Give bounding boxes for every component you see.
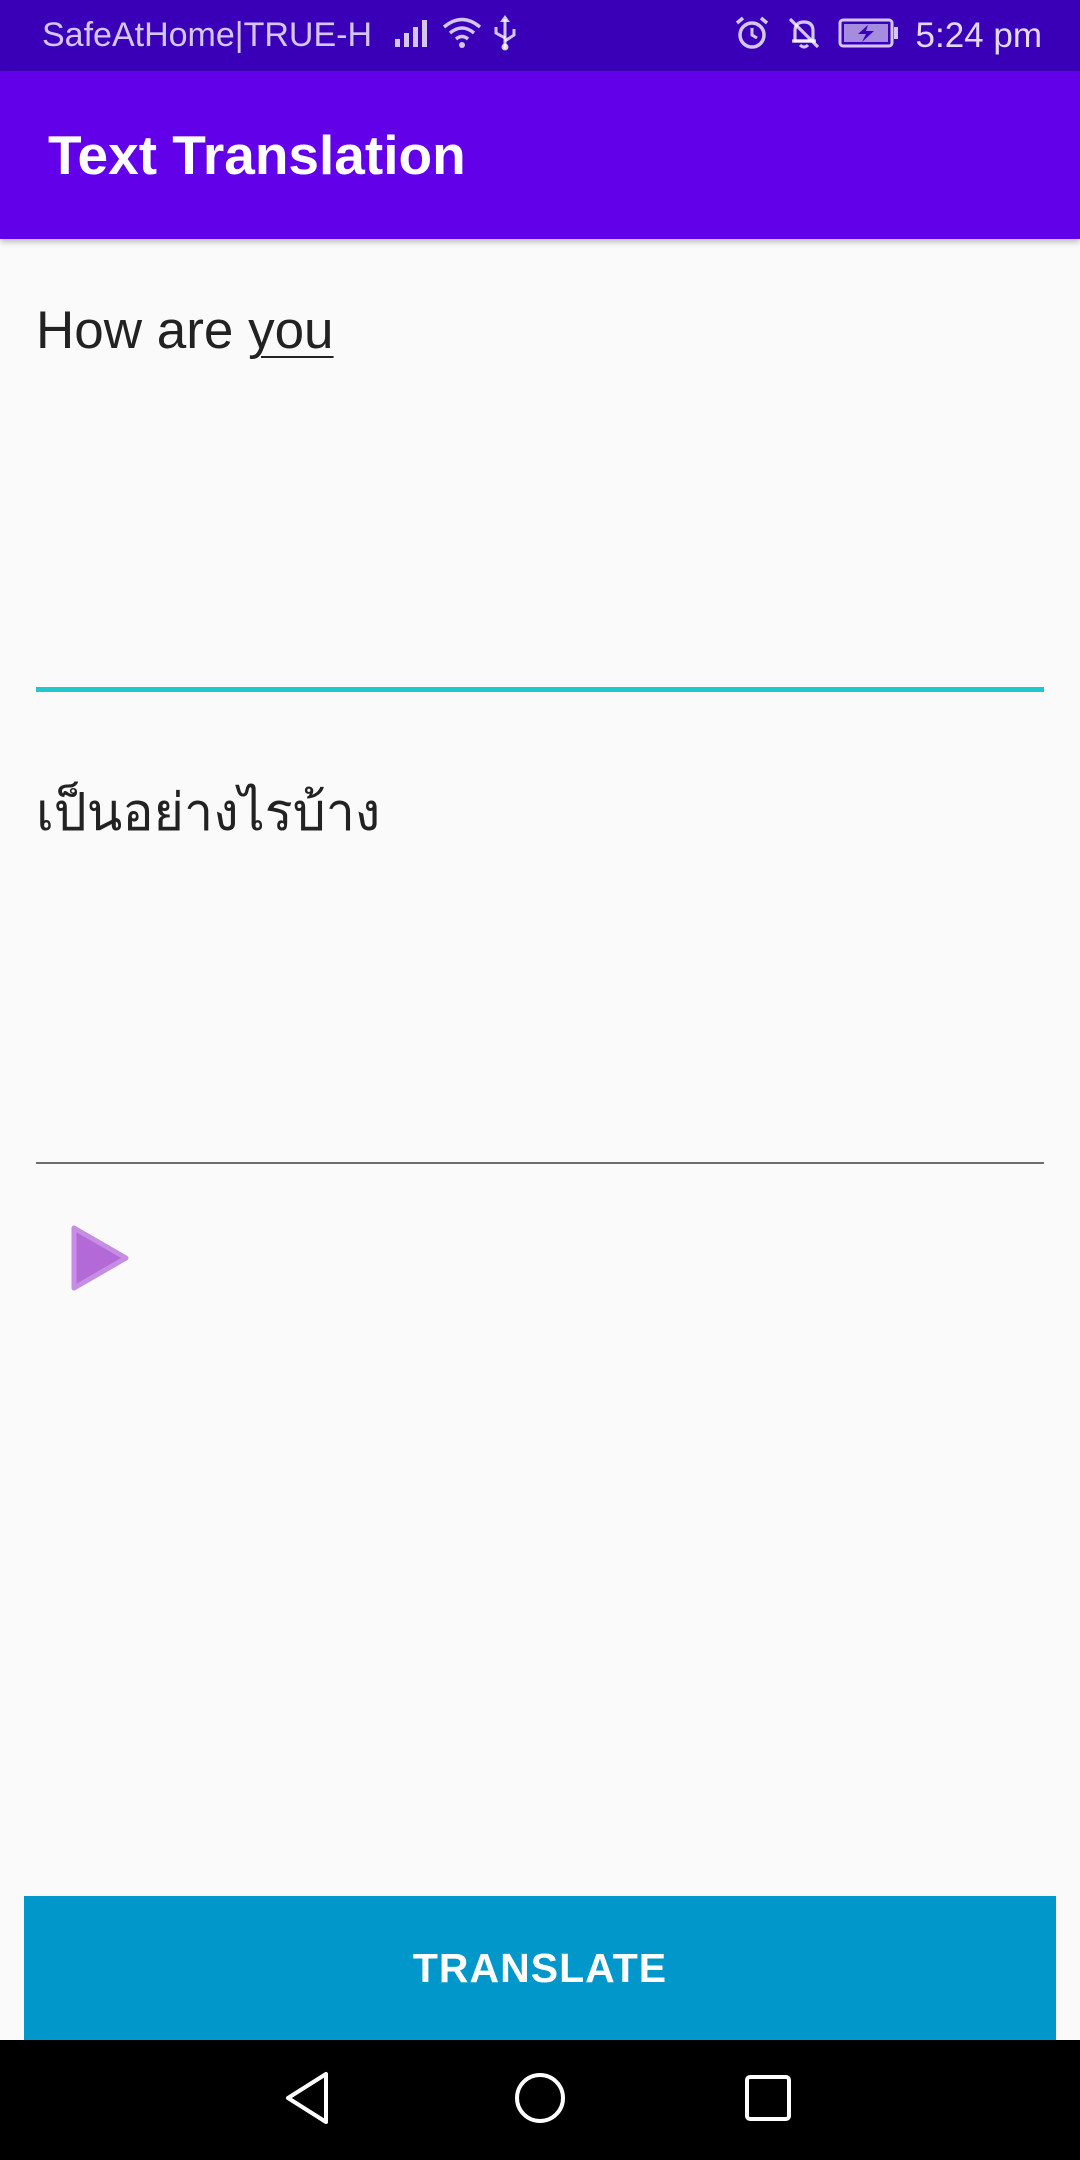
nav-home-button[interactable] — [480, 2040, 600, 2160]
app-title: Text Translation — [48, 124, 466, 186]
nav-recents-button[interactable] — [708, 2040, 828, 2160]
home-icon — [512, 2070, 568, 2131]
app-bar: Text Translation — [0, 71, 1080, 239]
navigation-bar — [0, 2040, 1080, 2160]
wifi-icon — [442, 16, 482, 55]
translated-text-field[interactable]: เป็นอย่างไรบ้าง — [36, 760, 1044, 1164]
status-icons-left — [394, 15, 518, 56]
app-screen: SafeAtHome|TRUE-H 5:24 pm Text Translati… — [0, 0, 1080, 2160]
battery-charging-icon — [838, 17, 900, 54]
carrier-name: SafeAtHome|TRUE-H — [42, 16, 373, 54]
usb-icon — [492, 15, 518, 56]
translated-text-value: เป็นอย่างไรบ้าง — [36, 783, 381, 843]
recents-icon — [742, 2072, 794, 2129]
source-text-underlined-word: you — [248, 301, 334, 360]
status-bar-right: 5:24 pm — [734, 0, 1042, 71]
alarm-icon — [734, 15, 770, 56]
source-text-input[interactable]: How are you — [36, 290, 1044, 692]
signal-icon — [394, 18, 432, 53]
notifications-off-icon — [786, 15, 822, 56]
back-icon — [282, 2070, 334, 2131]
status-bar-left: SafeAtHome|TRUE-H — [42, 0, 518, 71]
status-bar: SafeAtHome|TRUE-H 5:24 pm — [0, 0, 1080, 71]
status-clock: 5:24 pm — [915, 15, 1042, 55]
source-text-value: How are you — [36, 300, 334, 361]
source-text-plain: How are — [36, 301, 249, 360]
nav-back-button[interactable] — [248, 2040, 368, 2160]
play-button[interactable] — [58, 1212, 142, 1308]
play-icon — [68, 1223, 132, 1298]
translate-button[interactable]: TRANSLATE — [24, 1896, 1056, 2040]
